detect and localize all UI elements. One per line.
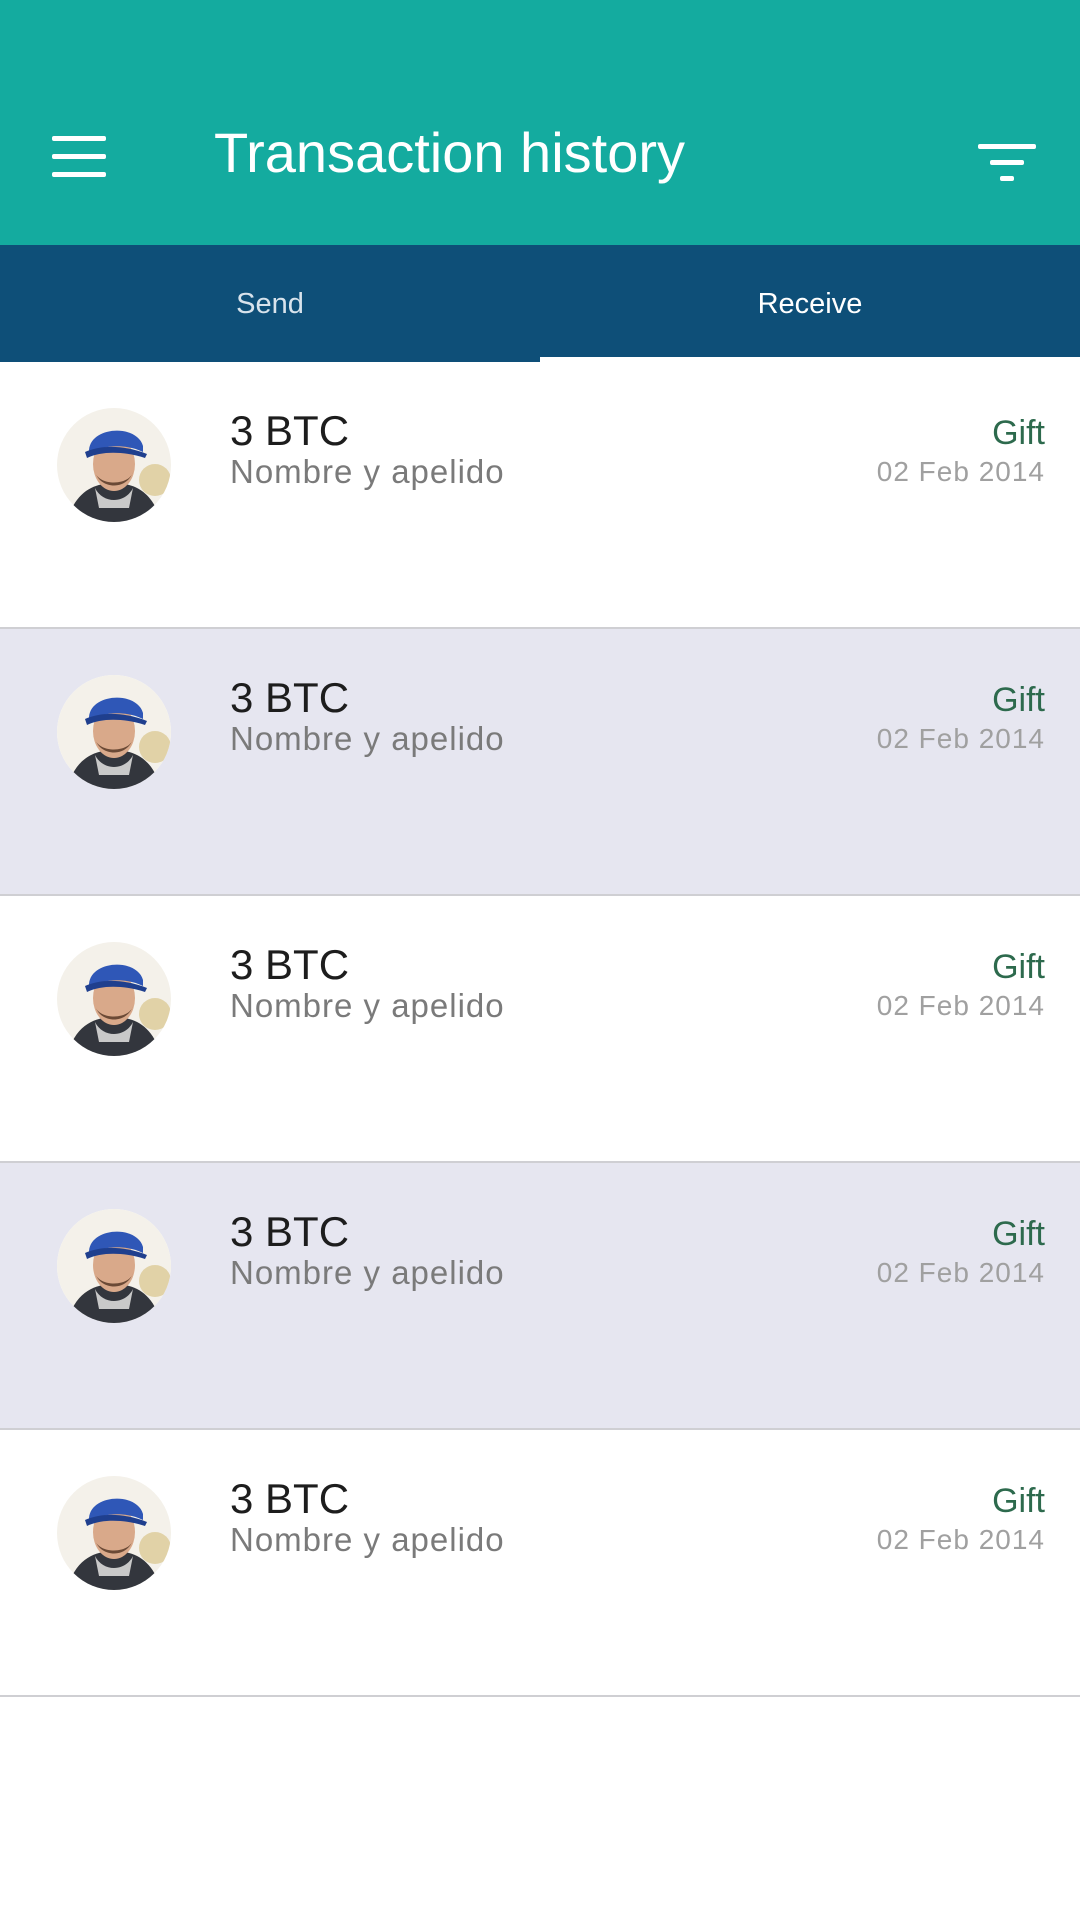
user-avatar [57,408,171,522]
transaction-row[interactable]: 3 BTC Nombre y apelido Gift 02 Feb 2014 [0,1430,1080,1697]
user-avatar [57,1209,171,1323]
transaction-date: 02 Feb 2014 [876,1257,1045,1288]
transaction-row[interactable]: 3 BTC Nombre y apelido Gift 02 Feb 2014 [0,362,1080,629]
transaction-type: Gift [992,1482,1045,1520]
transaction-name: Nombre y apelido [230,720,505,757]
tab-send[interactable]: Send [0,245,540,362]
filter-icon[interactable] [970,134,1040,190]
transaction-amount: 3 BTC [230,1208,350,1255]
transaction-amount: 3 BTC [230,1475,350,1522]
transaction-amount: 3 BTC [230,407,350,454]
transaction-type: Gift [992,948,1045,986]
transaction-date: 02 Feb 2014 [876,456,1045,487]
tab-bar: Send Receive [0,245,1080,362]
tab-receive[interactable]: Receive [540,245,1080,362]
transaction-row[interactable]: 3 BTC Nombre y apelido Gift 02 Feb 2014 [0,1163,1080,1430]
tab-send-label: Send [236,288,304,320]
transaction-name: Nombre y apelido [230,987,505,1024]
transaction-row[interactable]: 3 BTC Nombre y apelido Gift 02 Feb 2014 [0,896,1080,1163]
app-bar: Transaction history [0,0,1080,245]
transaction-date: 02 Feb 2014 [876,723,1045,754]
transaction-type: Gift [992,681,1045,719]
transaction-type: Gift [992,414,1045,452]
transaction-name: Nombre y apelido [230,453,505,490]
transaction-list: 3 BTC Nombre y apelido Gift 02 Feb 2014 … [0,362,1080,1697]
hamburger-menu-icon[interactable] [42,132,112,186]
tab-receive-label: Receive [757,288,863,320]
transaction-name: Nombre y apelido [230,1254,505,1291]
transaction-date: 02 Feb 2014 [876,1524,1045,1555]
transaction-type: Gift [992,1215,1045,1253]
user-avatar [57,942,171,1056]
page-title: Transaction history [214,121,685,184]
transaction-row[interactable]: 3 BTC Nombre y apelido Gift 02 Feb 2014 [0,629,1080,896]
transaction-name: Nombre y apelido [230,1521,505,1558]
user-avatar [57,1476,171,1590]
transaction-date: 02 Feb 2014 [876,990,1045,1021]
transaction-amount: 3 BTC [230,674,350,721]
transaction-amount: 3 BTC [230,941,350,988]
user-avatar [57,675,171,789]
